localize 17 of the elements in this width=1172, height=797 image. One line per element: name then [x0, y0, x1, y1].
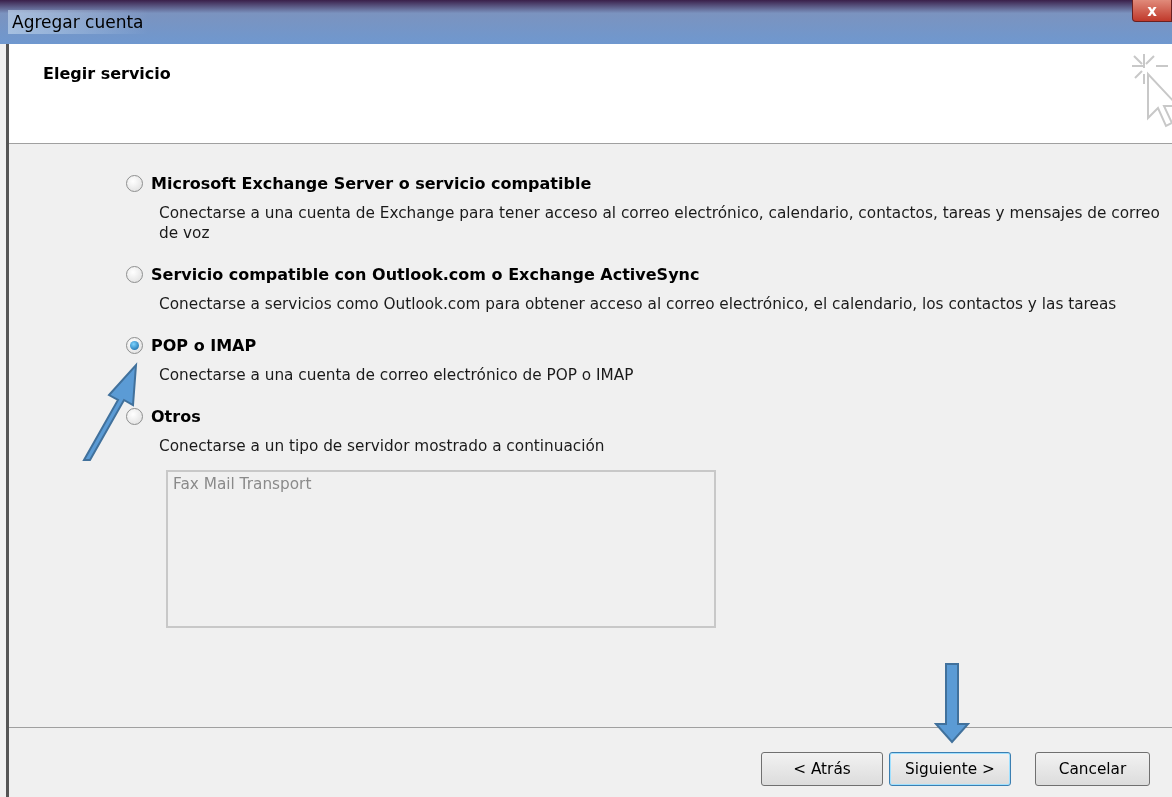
option-label[interactable]: POP o IMAP	[151, 336, 257, 355]
option-description: Conectarse a una cuenta de correo electrónico de POP o IMAP	[159, 365, 635, 385]
radio-button[interactable]	[126, 175, 143, 192]
page-title: Elegir servicio	[43, 64, 171, 84]
option-description: Conectarse a una cuenta de Exchange para tener acceso al correo electrónico, calendario, contactos, tareas y mensajes de correo de voz	[159, 203, 1161, 243]
option-description: Conectarse a un tipo de servidor mostrado a continuación	[159, 436, 606, 456]
dialog-button[interactable]: < Atrás	[761, 752, 883, 786]
option-label[interactable]: Otros	[151, 407, 201, 426]
radio-button[interactable]	[126, 337, 143, 354]
dialog-button[interactable]: Siguiente >	[889, 752, 1011, 786]
option-label[interactable]: Microsoft Exchange Server o servicio compatible	[151, 174, 592, 193]
option-description: Conectarse a servicios como Outlook.com para obtener acceso al correo electrónico, el calendario, los contactos y las tareas	[159, 294, 1118, 314]
radio-button[interactable]	[126, 266, 143, 283]
radio-button[interactable]	[126, 408, 143, 425]
dialog-button[interactable]: Cancelar	[1035, 752, 1150, 786]
close-button[interactable]: x	[1132, 0, 1172, 22]
option-label[interactable]: Servicio compatible con Outlook.com o Exchange ActiveSync	[151, 265, 700, 284]
